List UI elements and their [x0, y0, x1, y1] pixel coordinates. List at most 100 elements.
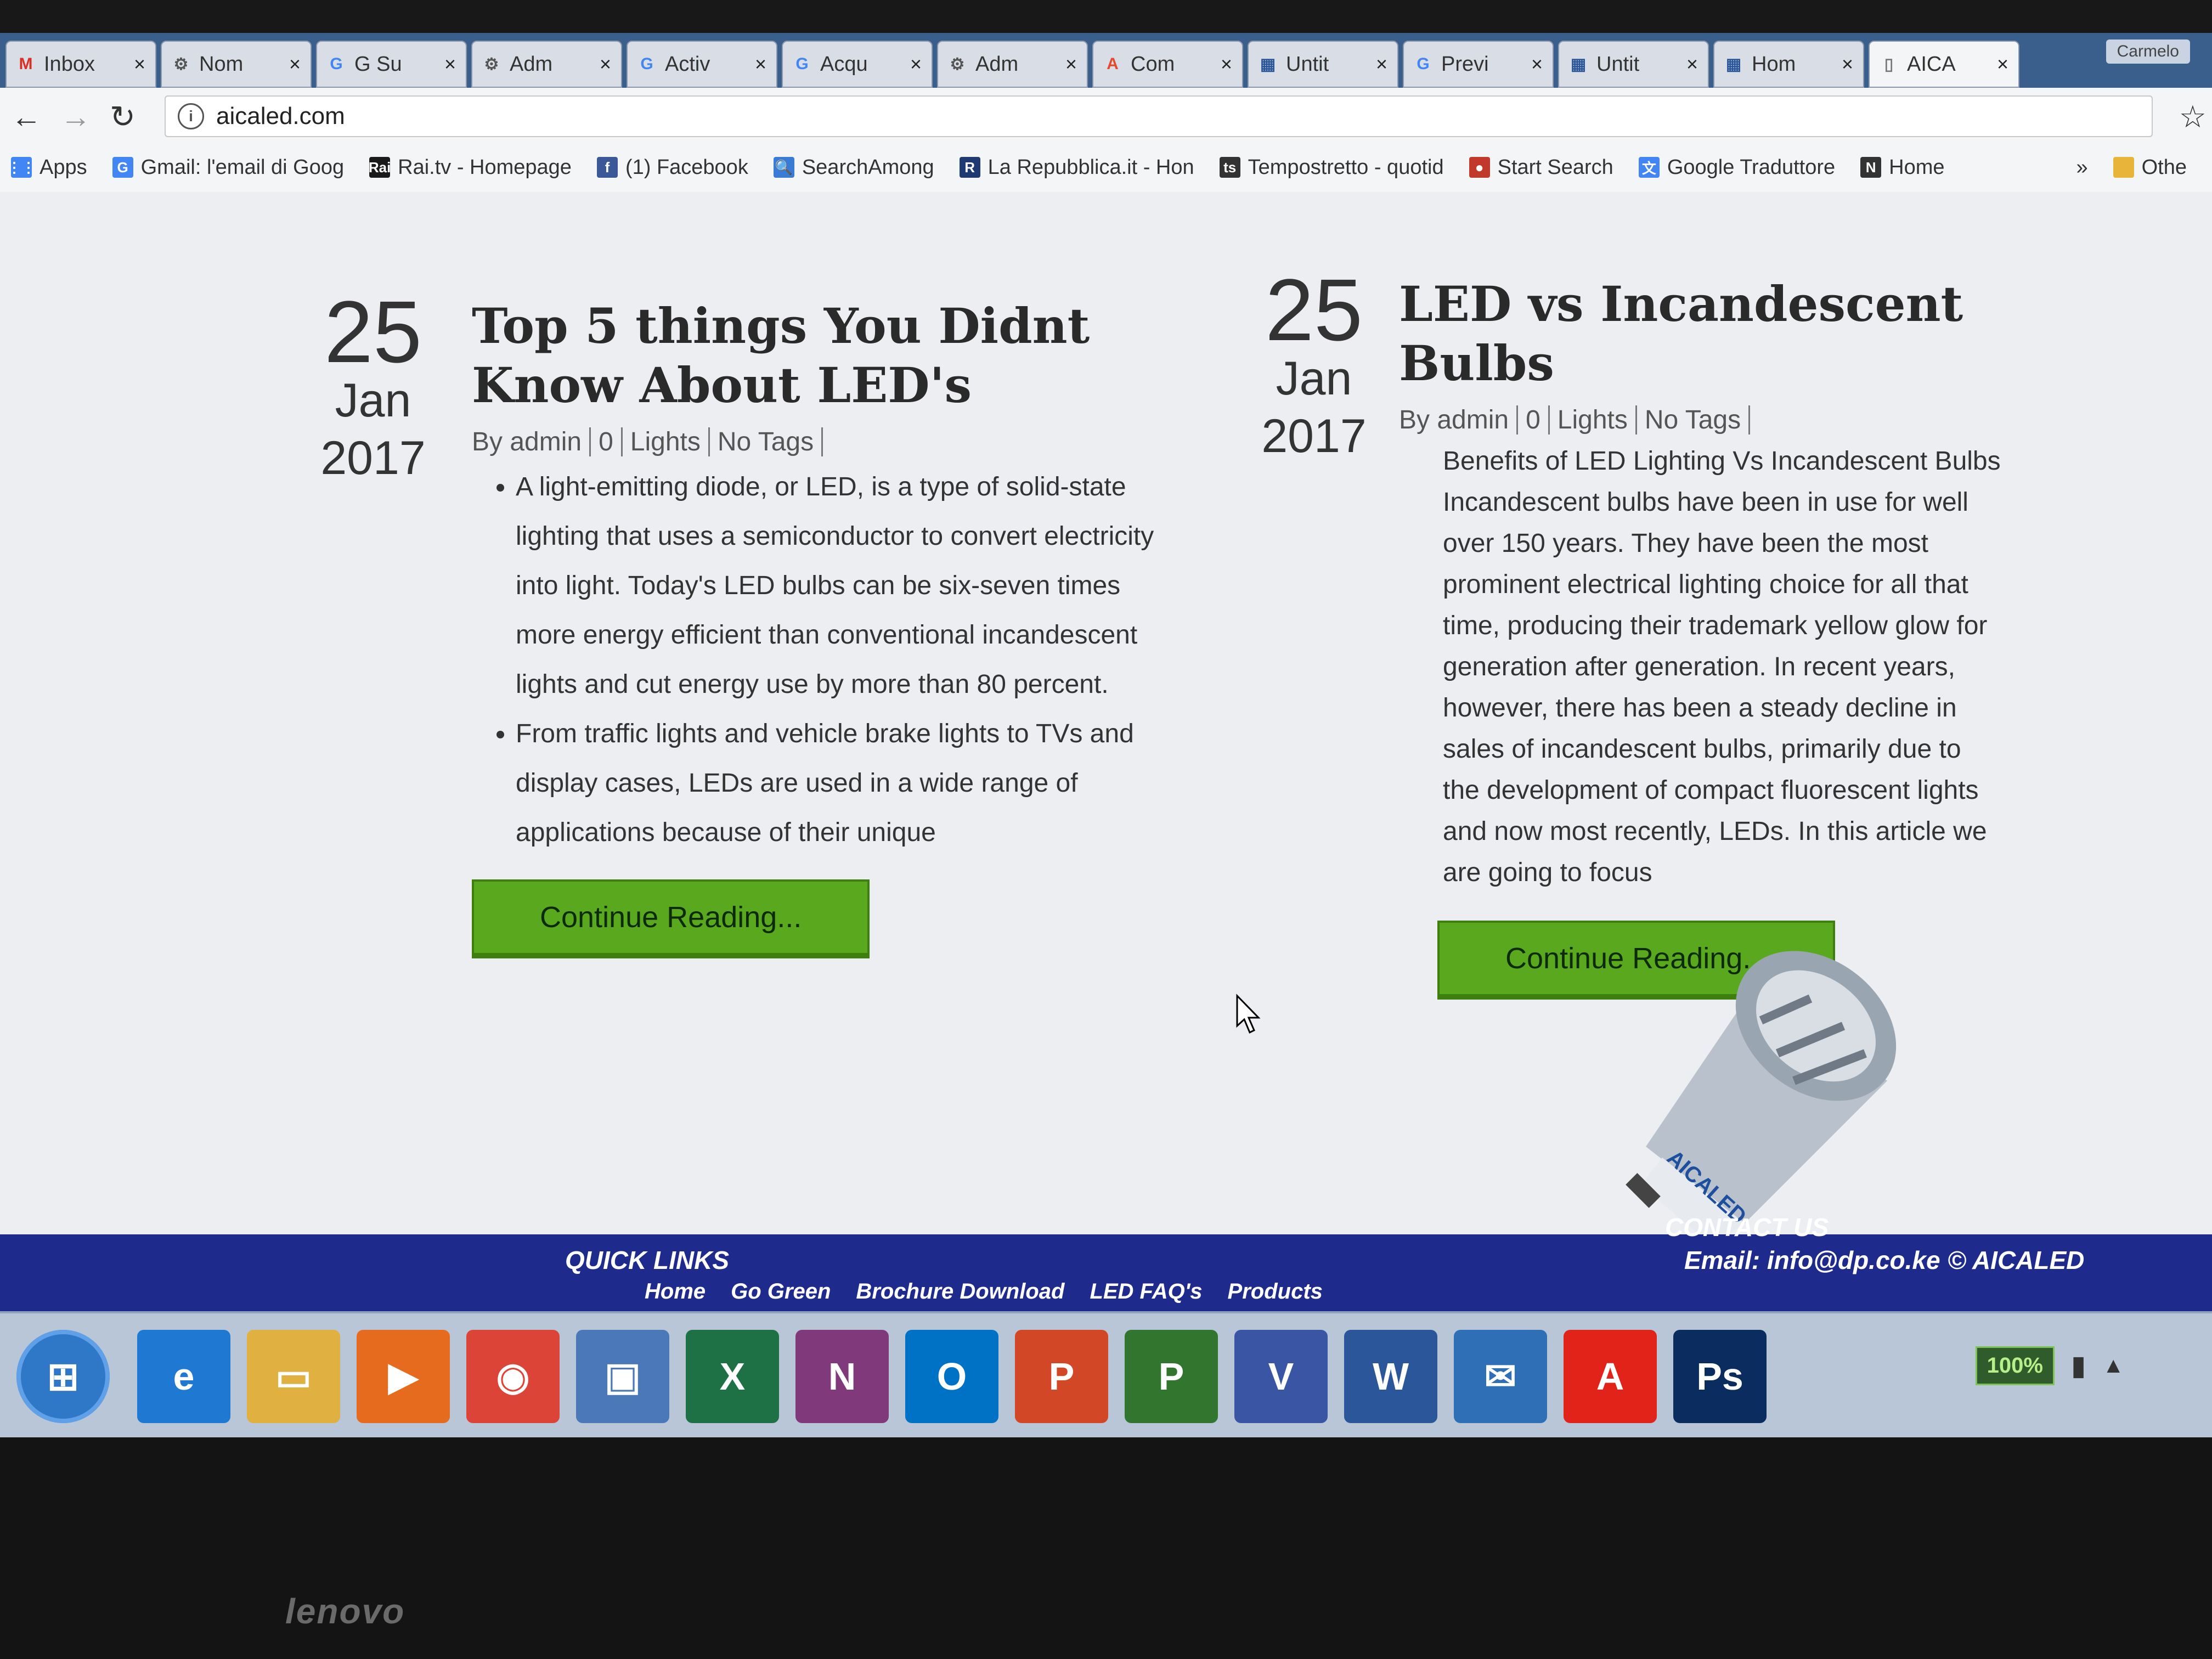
forward-icon[interactable]: →	[60, 99, 91, 134]
post-title[interactable]: Top 5 things You Didnt Know About LED's	[472, 296, 1163, 415]
browser-tab[interactable]: ⚙ Adm ×	[937, 41, 1088, 88]
thunderbird-icon[interactable]: ✉	[1454, 1330, 1547, 1423]
browser-tab[interactable]: G Previ ×	[1403, 41, 1554, 88]
generic-app-icon[interactable]: ▣	[576, 1330, 669, 1423]
close-icon[interactable]: ×	[600, 53, 611, 76]
file-explorer-icon[interactable]: ▭	[247, 1330, 340, 1423]
post-category[interactable]: Lights	[622, 427, 710, 456]
windows-start-icon[interactable]: ⊞	[16, 1330, 110, 1423]
browser-tab[interactable]: G Activ ×	[627, 41, 777, 88]
footer-link-home[interactable]: Home	[645, 1279, 706, 1304]
close-icon[interactable]: ×	[1065, 53, 1077, 76]
project-icon[interactable]: P	[1125, 1330, 1218, 1423]
address-bar[interactable]: i aicaled.com	[165, 95, 2153, 137]
tab-favicon-icon: G	[795, 55, 809, 73]
media-player-icon[interactable]: ▶	[357, 1330, 450, 1423]
close-icon[interactable]: ×	[444, 53, 456, 76]
post-comment-count[interactable]: 0	[1518, 405, 1550, 435]
contact-email[interactable]: Email: info@dp.co.ke	[1684, 1245, 1940, 1275]
bookmark-item[interactable]: f (1) Facebook	[596, 156, 748, 179]
close-icon[interactable]: ×	[1686, 53, 1698, 76]
browser-tab[interactable]: ▦ Hom ×	[1713, 41, 1864, 88]
internet-explorer-icon[interactable]: e	[137, 1330, 230, 1423]
excel-icon[interactable]: X	[686, 1330, 779, 1423]
post-comment-count[interactable]: 0	[591, 427, 623, 456]
browser-tab[interactable]: G G Su ×	[316, 41, 467, 88]
info-icon[interactable]: i	[178, 103, 204, 129]
browser-tab[interactable]: ▦ Untit ×	[1558, 41, 1709, 88]
word-icon[interactable]: W	[1344, 1330, 1437, 1423]
close-icon[interactable]: ×	[1221, 53, 1232, 76]
tray-expand-icon[interactable]: ▲	[2102, 1353, 2124, 1378]
close-icon[interactable]: ×	[289, 53, 301, 76]
close-icon[interactable]: ×	[755, 53, 766, 76]
browser-tab[interactable]: ⚙ Adm ×	[471, 41, 622, 88]
tab-title: Untit	[1286, 52, 1329, 76]
post-category[interactable]: Lights	[1549, 405, 1637, 435]
reload-icon[interactable]: ↻	[110, 99, 136, 135]
bookmark-item[interactable]: 🔍 SearchAmong	[773, 156, 934, 179]
onenote-icon[interactable]: N	[795, 1330, 889, 1423]
profile-button[interactable]: Carmelo	[2106, 40, 2190, 64]
tab-title: Previ	[1441, 52, 1489, 76]
bookmarks-more-button[interactable]: »	[2076, 156, 2087, 179]
tab-favicon-icon: ▦	[1725, 55, 1742, 74]
bookmark-item[interactable]: G Gmail: l'email di Goog	[112, 155, 345, 179]
browser-tab-strip: Carmelo M Inbox × ⚙ Nom × G G Su × ⚙ Adm × G Activ × G A…	[0, 33, 2212, 88]
close-icon[interactable]: ×	[1531, 53, 1543, 76]
bookmark-item[interactable]: ts Tempostretto - quotid	[1219, 156, 1444, 179]
visio-icon[interactable]: V	[1234, 1330, 1328, 1423]
bookmark-label: Gmail: l'email di Goog	[140, 155, 345, 179]
bookmark-label: Rai.tv - Homepage	[398, 155, 572, 179]
close-icon[interactable]: ×	[134, 53, 145, 76]
browser-tab[interactable]: ▦ Untit ×	[1248, 41, 1398, 88]
bookmark-item[interactable]: R La Repubblica.it - Hon	[959, 156, 1194, 179]
post-excerpt: Benefits of LED Lighting Vs Incandescent…	[1443, 447, 2001, 887]
chrome-icon[interactable]: ◉	[466, 1330, 560, 1423]
tab-favicon-icon: ▦	[1570, 55, 1587, 74]
other-bookmarks-folder[interactable]: Othe	[2113, 156, 2187, 179]
footer-link-faqs[interactable]: LED FAQ's	[1090, 1279, 1202, 1304]
bookmark-favicon-icon: ts	[1219, 157, 1240, 178]
tab-title: Untit	[1596, 52, 1640, 76]
bookmark-label: Home	[1889, 155, 1945, 179]
contact-title: CONTACT US	[1665, 1213, 1829, 1242]
acrobat-icon[interactable]: A	[1564, 1330, 1657, 1423]
browser-tab[interactable]: ▯ AICA ×	[1869, 41, 2019, 88]
close-icon[interactable]: ×	[1376, 53, 1387, 76]
bookmark-item[interactable]: N Home	[1860, 155, 1945, 179]
footer-link-brochure[interactable]: Brochure Download	[856, 1279, 1064, 1304]
tab-favicon-icon: ▯	[1884, 55, 1894, 74]
outlook-icon[interactable]: O	[905, 1330, 998, 1423]
browser-tab[interactable]: ⚙ Nom ×	[161, 41, 312, 88]
tab-title: Nom	[199, 52, 244, 76]
footer-link-products[interactable]: Products	[1228, 1279, 1323, 1304]
close-icon[interactable]: ×	[910, 53, 922, 76]
bookmark-favicon-icon: 文	[1638, 157, 1660, 178]
browser-tab[interactable]: G Acqu ×	[782, 41, 933, 88]
back-icon[interactable]: ←	[11, 99, 42, 134]
post-year: 2017	[1261, 410, 1367, 462]
footer-link-go-green[interactable]: Go Green	[731, 1279, 831, 1304]
bookmark-item[interactable]: ⋮⋮ Apps	[7, 156, 87, 179]
bookmark-favicon-icon: ●	[1469, 157, 1490, 178]
bookmark-item[interactable]: Rai Rai.tv - Homepage	[369, 156, 572, 179]
post-author[interactable]: By admin	[1399, 405, 1519, 435]
photoshop-icon[interactable]: Ps	[1673, 1330, 1767, 1423]
post-author[interactable]: By admin	[472, 427, 591, 456]
browser-toolbar: ← → ↻ i aicaled.com ☆	[0, 88, 2212, 143]
battery-indicator[interactable]: 100%	[1975, 1346, 2055, 1385]
bookmark-item[interactable]: 文 Google Traduttore	[1638, 156, 1835, 179]
browser-tab[interactable]: A Com ×	[1092, 41, 1243, 88]
powerpoint-icon[interactable]: P	[1015, 1330, 1108, 1423]
close-icon[interactable]: ×	[1842, 53, 1853, 76]
tab-favicon-icon: ⚙	[950, 55, 965, 74]
browser-tab[interactable]: M Inbox ×	[5, 41, 156, 88]
tab-favicon-icon: ▦	[1260, 55, 1276, 74]
bookmark-item[interactable]: ● Start Search	[1469, 156, 1613, 179]
power-icon[interactable]: ▮	[2071, 1350, 2086, 1381]
continue-reading-button[interactable]: Continue Reading...	[472, 879, 870, 958]
post-title[interactable]: LED vs Incandescent Bulbs	[1399, 274, 2030, 393]
bookmark-star-icon[interactable]: ☆	[2179, 99, 2207, 135]
close-icon[interactable]: ×	[1997, 53, 2008, 76]
